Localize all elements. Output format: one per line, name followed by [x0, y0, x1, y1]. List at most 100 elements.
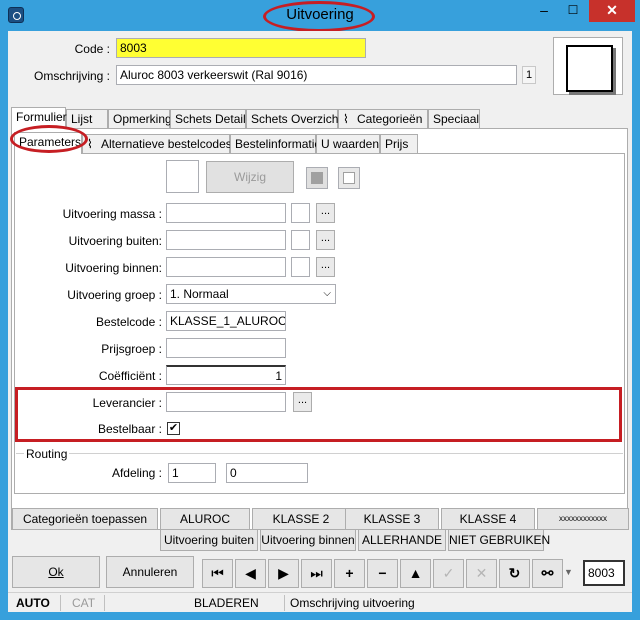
uitvoering-binnen-browse-button[interactable]: ... [316, 257, 335, 277]
color-preview [553, 37, 623, 95]
cancel-edit-button[interactable]: ✕ [466, 559, 497, 588]
subtab-alternatieve-label: Alternatieve bestelcodes [101, 137, 232, 151]
cross-icon: ✕ [475, 565, 488, 581]
uitvoering-buiten-button[interactable]: Uitvoering buiten [160, 529, 258, 551]
maximize-button[interactable]: ☐ [559, 0, 587, 22]
bestelbaar-label: Bestelbaar : [97, 422, 162, 436]
color-button-dark[interactable] [306, 167, 328, 189]
search-dropdown-arrow[interactable]: ▼ [564, 567, 573, 577]
status-divider [104, 595, 105, 611]
color-square-outline-icon [343, 172, 355, 184]
tab-opmerking[interactable]: Opmerking [108, 109, 172, 129]
leverancier-label: Leverancier : [92, 396, 162, 410]
application-window: Uitvoering – ☐ ✕ Code : 8003 Omschrijvin… [0, 0, 640, 620]
bestelcode-label: Bestelcode : [95, 315, 162, 329]
previous-record-button[interactable]: ◀ [235, 559, 266, 588]
leverancier-browse-button[interactable]: ... [293, 392, 312, 412]
delete-record-button[interactable]: − [367, 559, 398, 588]
color-swatch [566, 45, 613, 92]
first-icon: ⏮ [211, 565, 224, 581]
uitvoering-binnen-color[interactable] [291, 257, 310, 277]
prev-icon: ◀ [245, 565, 256, 581]
refresh-icon: ↻ [508, 565, 521, 581]
plus-icon: + [345, 565, 354, 581]
color-button-light[interactable] [338, 167, 360, 189]
uitvoering-groep-label: Uitvoering groep : [67, 288, 162, 302]
subtab-alternatieve-bestelcodes[interactable]: ⌇ Alternatieve bestelcodes [82, 134, 232, 154]
klasse-3-button[interactable]: KLASSE 3 [345, 508, 439, 530]
next-icon: ▶ [278, 565, 289, 581]
uitvoering-buiten-browse-button[interactable]: ... [316, 230, 335, 250]
language-badge[interactable]: 1 [522, 66, 536, 84]
code-label: Code : [74, 42, 110, 56]
wijzig-button[interactable]: Wijzig [206, 161, 294, 193]
next-record-button[interactable]: ▶ [268, 559, 299, 588]
uitvoering-binnen-button[interactable]: Uitvoering binnen [260, 529, 356, 551]
prijsgroep-label: Prijsgroep : [101, 342, 162, 356]
leverancier-field[interactable] [166, 392, 286, 412]
tab-speciaal[interactable]: Speciaal [428, 109, 480, 129]
klasse-2-button[interactable]: KLASSE 2 [252, 508, 350, 530]
refresh-button[interactable]: ↻ [499, 559, 530, 588]
search-button[interactable]: ⚯ [532, 559, 563, 588]
uitvoering-binnen-label: Uitvoering binnen: [65, 261, 162, 275]
subtab-prijs[interactable]: Prijs [380, 134, 418, 154]
chevron-down-icon: ⌵ [323, 288, 331, 299]
bestelbaar-checkbox[interactable]: ✔ [167, 422, 180, 435]
tab-categorieen[interactable]: ⌇ Categorieën [338, 109, 428, 129]
afdeling-field-2[interactable]: 0 [226, 463, 308, 483]
check-icon: ✓ [442, 565, 455, 581]
uitvoering-massa-field[interactable] [166, 203, 286, 223]
subtab-bestelinformatie[interactable]: Bestelinformatie [230, 134, 321, 154]
status-info: Omschrijving uitvoering [290, 596, 415, 610]
last-icon: ⏭ [310, 565, 323, 581]
status-cat: CAT [72, 596, 96, 610]
allerhande-button[interactable]: ALLERHANDE [358, 529, 446, 551]
placeholder-category-button[interactable]: xxxxxxxxxxxx [537, 508, 629, 530]
edit-record-button[interactable]: ▲ [400, 559, 431, 588]
routing-title: Routing [24, 447, 70, 461]
paperclip-icon: ⌇ [343, 112, 349, 126]
uitvoering-buiten-color[interactable] [291, 230, 310, 250]
parameters-highlight-annotation [10, 125, 88, 153]
tab-lijst[interactable]: Lijst [66, 109, 108, 129]
dropdown-arrow-icon: ▼ [564, 567, 573, 577]
add-record-button[interactable]: + [334, 559, 365, 588]
status-bar: AUTO CAT BLADEREN Omschrijving uitvoerin… [8, 592, 632, 612]
bestelcode-field[interactable]: KLASSE_1_ALUROC [166, 311, 286, 331]
uitvoering-groep-select[interactable]: 1. Normaal ⌵ [166, 284, 336, 304]
description-field[interactable]: Aluroc 8003 verkeerswit (Ral 9016) [116, 65, 517, 85]
close-button[interactable]: ✕ [589, 0, 635, 22]
ok-button[interactable]: Ok [12, 556, 100, 588]
uitvoering-binnen-field[interactable] [166, 257, 286, 277]
klasse-4-button[interactable]: KLASSE 4 [441, 508, 535, 530]
tab-schets-overzicht[interactable]: Schets Overzicht [246, 109, 342, 129]
form-client-area: Code : 8003 Omschrijving : Aluroc 8003 v… [8, 31, 632, 612]
post-record-button[interactable]: ✓ [433, 559, 464, 588]
minimize-button[interactable]: – [530, 0, 558, 22]
uitvoering-buiten-field[interactable] [166, 230, 286, 250]
subtab-u-waarden[interactable]: U waarden [316, 134, 380, 154]
categorieen-toepassen-button[interactable]: Categorieën toepassen [12, 508, 158, 530]
color-square-icon [311, 172, 323, 184]
uitvoering-image-box[interactable] [166, 160, 199, 193]
uitvoering-groep-value: 1. Normaal [170, 287, 229, 301]
record-number-field[interactable]: 8003 [583, 560, 625, 586]
description-label: Omschrijving : [33, 69, 110, 83]
last-record-button[interactable]: ⏭ [301, 559, 332, 588]
afdeling-field-1[interactable]: 1 [168, 463, 216, 483]
up-icon: ▲ [408, 565, 423, 581]
coefficient-field[interactable]: 1 [166, 365, 286, 385]
annuleren-button[interactable]: Annuleren [106, 556, 194, 588]
prijsgroep-field[interactable] [166, 338, 286, 358]
title-bar[interactable]: Uitvoering – ☐ ✕ [0, 0, 640, 32]
uitvoering-massa-color[interactable] [291, 203, 310, 223]
aluroc-button[interactable]: ALUROC [160, 508, 250, 530]
title-highlight-annotation [263, 1, 375, 32]
niet-gebruiken-button[interactable]: NIET GEBRUIKEN [448, 529, 550, 551]
tab-schets-detail[interactable]: Schets Detail [170, 109, 246, 129]
uitvoering-massa-browse-button[interactable]: ... [316, 203, 335, 223]
code-field[interactable]: 8003 [116, 38, 366, 58]
first-record-button[interactable]: ⏮ [202, 559, 233, 588]
uitvoering-massa-label: Uitvoering massa : [62, 207, 162, 221]
